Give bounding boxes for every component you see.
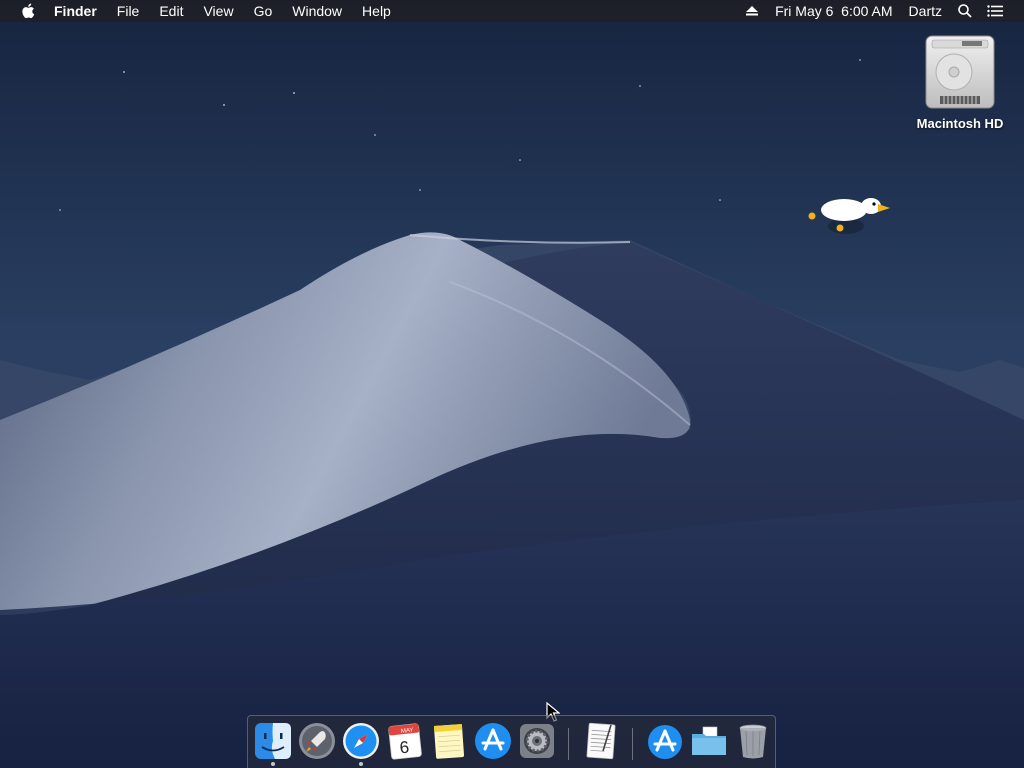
menu-edit[interactable]: Edit <box>149 0 193 22</box>
list-icon[interactable] <box>986 0 1004 22</box>
launchpad-icon <box>299 723 335 759</box>
trash-icon <box>739 724 767 759</box>
dock-item-trash[interactable] <box>733 721 773 761</box>
calendar-icon: MAY 6 <box>388 723 422 760</box>
finder-icon <box>255 723 291 759</box>
dock-item-launchpad[interactable] <box>297 721 337 761</box>
dock-item-documents[interactable] <box>689 721 729 761</box>
menu-view[interactable]: View <box>193 0 243 22</box>
menu-window[interactable]: Window <box>282 0 352 22</box>
running-indicator <box>271 762 275 766</box>
safari-icon <box>343 723 379 759</box>
dock-item-applications[interactable] <box>645 721 685 761</box>
folder-icon <box>692 726 726 755</box>
menu-app-finder[interactable]: Finder <box>54 0 107 22</box>
desktop-icon-label: Macintosh HD <box>916 116 1004 131</box>
calendar-day: 6 <box>399 738 410 758</box>
hard-drive-icon <box>925 35 995 109</box>
desktop-wallpaper <box>0 0 1024 768</box>
menu-clock[interactable]: Fri May 6 6:00 AM <box>767 0 900 22</box>
dock-separator <box>568 728 569 760</box>
dock-item-safari[interactable] <box>341 721 381 766</box>
search-icon[interactable] <box>956 0 974 22</box>
notes-icon <box>433 724 465 759</box>
textedit-icon <box>586 722 616 760</box>
system-preferences-icon <box>520 724 554 758</box>
app-store-icon <box>475 723 511 759</box>
dock-item-system-preferences[interactable] <box>517 721 557 761</box>
goose-icon[interactable] <box>806 188 896 238</box>
running-indicator <box>359 762 363 766</box>
desktop-icon-macintosh-hd[interactable]: Macintosh HD <box>910 32 1010 131</box>
menu-bar-status: Fri May 6 6:00 AM Dartz <box>737 0 1024 22</box>
dock-item-app-store[interactable] <box>473 721 513 761</box>
menu-go[interactable]: Go <box>244 0 283 22</box>
dock-separator <box>632 728 633 760</box>
menu-file[interactable]: File <box>107 0 150 22</box>
dock-item-calendar[interactable]: MAY 6 <box>385 721 425 761</box>
menu-user[interactable]: Dartz <box>901 0 950 22</box>
menu-bar-left: Finder File Edit View Go Window Help <box>0 0 401 22</box>
applications-folder-icon <box>648 725 682 759</box>
menu-help[interactable]: Help <box>352 0 401 22</box>
dock-item-textedit[interactable] <box>581 721 621 761</box>
dock-item-notes[interactable] <box>429 721 469 761</box>
dock-item-finder[interactable] <box>253 721 293 766</box>
desktop[interactable]: Finder File Edit View Go Window Help Fri… <box>0 0 1024 768</box>
eject-icon[interactable] <box>743 0 761 22</box>
menu-bar: Finder File Edit View Go Window Help Fri… <box>0 0 1024 22</box>
apple-icon[interactable] <box>20 3 36 19</box>
dock: MAY 6 <box>247 715 776 768</box>
